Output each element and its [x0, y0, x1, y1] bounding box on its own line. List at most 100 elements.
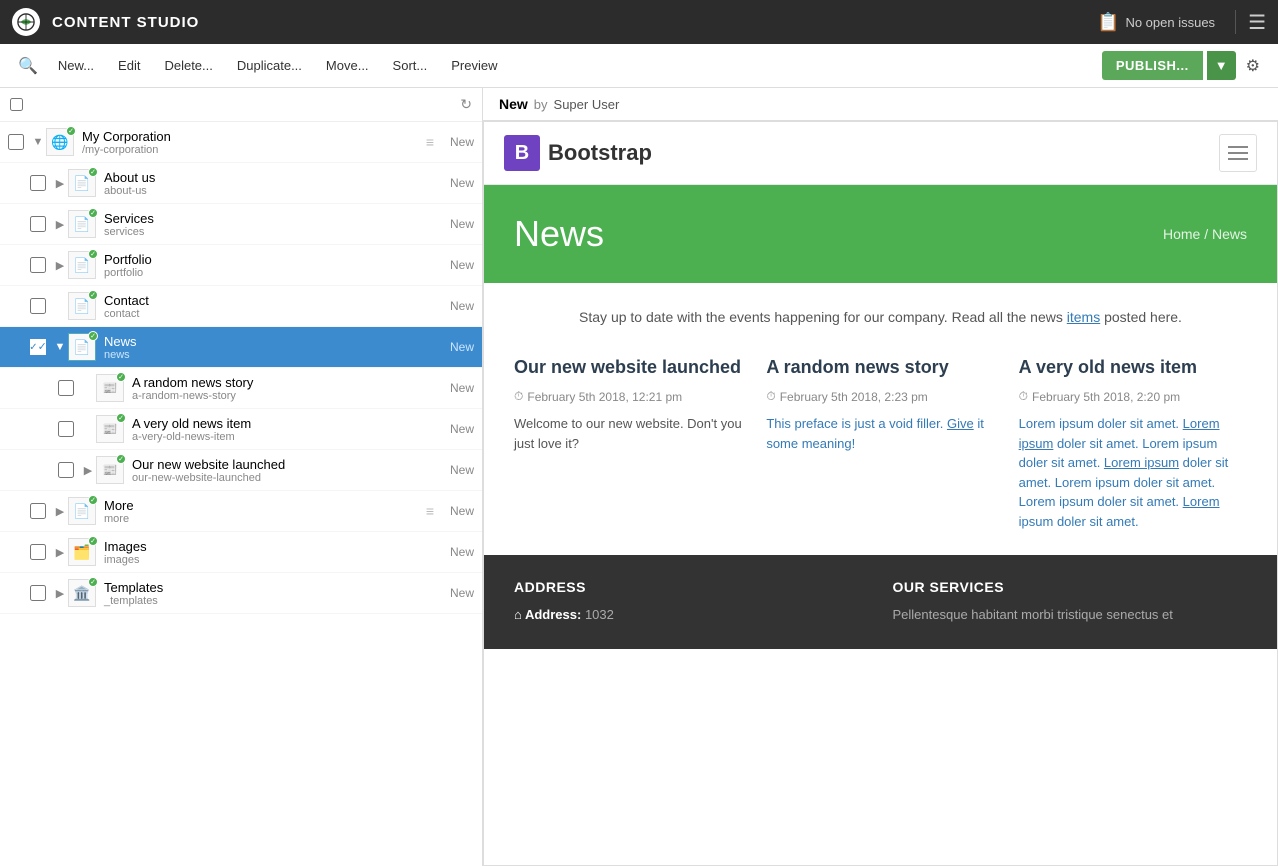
- item-checkbox[interactable]: [30, 216, 46, 232]
- item-name: Images: [104, 539, 442, 554]
- tree-item-my-corporation[interactable]: ▼ 🌐 My Corporation /my-corporation ≡ New: [0, 122, 482, 163]
- tree-item-old-news[interactable]: ▶ 📰 A very old news item a-very-old-news…: [0, 409, 482, 450]
- card-date-text: February 5th 2018, 2:23 pm: [780, 390, 928, 404]
- item-checkbox[interactable]: [30, 544, 46, 560]
- item-name: Our new website launched: [132, 457, 442, 472]
- clock-icon: ⏱: [1019, 389, 1028, 404]
- refresh-button[interactable]: ↻: [460, 96, 472, 113]
- item-icon-page: 📄: [68, 169, 96, 197]
- tree-item-images[interactable]: ▶ 🗂️ Images images New: [0, 532, 482, 573]
- issues-button[interactable]: 📋 No open issues: [1089, 8, 1223, 37]
- item-icon-templates: 🏛️: [68, 579, 96, 607]
- select-all-checkbox[interactable]: [10, 98, 23, 111]
- hamburger-line: [1228, 158, 1248, 160]
- tree-item-portfolio[interactable]: ▶ 📄 Portfolio portfolio New: [0, 245, 482, 286]
- tree-item-templates[interactable]: ▶ 🏛️ Templates _templates New: [0, 573, 482, 614]
- status-dot: [88, 167, 98, 177]
- nav-hamburger-button[interactable]: [1219, 134, 1257, 172]
- item-icon-news: 📰: [96, 415, 124, 443]
- sort-button[interactable]: Sort...: [383, 52, 438, 79]
- item-badge: New: [450, 545, 474, 559]
- item-checkbox[interactable]: [30, 503, 46, 519]
- item-path: a-very-old-news-item: [132, 431, 442, 443]
- item-name: Services: [104, 211, 442, 226]
- item-path: news: [104, 349, 442, 361]
- card-link[interactable]: Give: [947, 416, 974, 431]
- expand-arrow-icon[interactable]: ▶: [52, 177, 68, 190]
- item-checkbox[interactable]: [58, 421, 74, 437]
- delete-button[interactable]: Delete...: [154, 52, 222, 79]
- news-card-2: A random news story ⏱ February 5th 2018,…: [766, 356, 994, 531]
- item-path: images: [104, 554, 442, 566]
- item-badge: New: [450, 463, 474, 477]
- item-checkbox[interactable]: [58, 380, 74, 396]
- drag-handle-icon[interactable]: ≡: [426, 134, 434, 150]
- expand-arrow-icon[interactable]: ▼: [52, 341, 68, 353]
- item-name: Templates: [104, 580, 442, 595]
- new-button[interactable]: New...: [48, 52, 104, 79]
- publish-button[interactable]: PUBLISH...: [1102, 51, 1203, 80]
- expand-arrow-icon[interactable]: ▶: [80, 464, 96, 477]
- item-icon-news: 📰: [96, 456, 124, 484]
- card-body: Welcome to our new website. Don't you ju…: [514, 414, 742, 453]
- item-checkbox[interactable]: [30, 257, 46, 273]
- expand-arrow-icon[interactable]: ▶: [52, 259, 68, 272]
- preview-button[interactable]: Preview: [441, 52, 507, 79]
- item-path: contact: [104, 308, 442, 320]
- clock-icon: ⏱: [514, 389, 523, 404]
- card-link4[interactable]: Lorem: [1183, 494, 1220, 509]
- item-checkbox[interactable]: [30, 298, 46, 314]
- item-icon-globe: 🌐: [46, 128, 74, 156]
- news-hero: News Home / News: [484, 185, 1277, 283]
- settings-button[interactable]: ⚙: [1240, 50, 1266, 82]
- expand-arrow-icon[interactable]: ▶: [52, 505, 68, 518]
- tagline-link[interactable]: items: [1067, 309, 1100, 325]
- hamburger-menu-icon[interactable]: ☰: [1248, 10, 1266, 35]
- expand-arrow-icon[interactable]: ▶: [52, 587, 68, 600]
- tree-item-about-us[interactable]: ▶ 📄 About us about-us New: [0, 163, 482, 204]
- breadcrumb-home-link[interactable]: Home: [1163, 226, 1200, 242]
- item-checkbox[interactable]: [58, 462, 74, 478]
- item-checkbox[interactable]: ✓: [30, 339, 46, 355]
- move-button[interactable]: Move...: [316, 52, 379, 79]
- tagline-text: Stay up to date with the events happenin…: [579, 309, 1067, 325]
- tree-item-more[interactable]: ▶ 📄 More more ≡ New: [0, 491, 482, 532]
- hamburger-line: [1228, 152, 1248, 154]
- status-dot: [66, 126, 76, 136]
- item-name: A very old news item: [132, 416, 442, 431]
- item-checkbox[interactable]: [30, 585, 46, 601]
- preview-header: New by Super User: [483, 88, 1278, 121]
- expand-arrow-icon[interactable]: ▶: [52, 546, 68, 559]
- preview-content: B Bootstrap News Home / News: [483, 121, 1278, 866]
- item-name: Portfolio: [104, 252, 442, 267]
- card-link3[interactable]: Lorem ipsum: [1104, 455, 1179, 470]
- brand-box: B: [504, 135, 540, 171]
- tree-item-services[interactable]: ▶ 📄 Services services New: [0, 204, 482, 245]
- item-path: _templates: [104, 595, 442, 607]
- app-title: CONTENT STUDIO: [52, 14, 199, 31]
- item-icon-page: 📄: [68, 210, 96, 238]
- footer-label: ⌂ Address:: [514, 607, 585, 622]
- tree-item-contact[interactable]: ▶ 📄 Contact contact New: [0, 286, 482, 327]
- footer-text-2: Pellentesque habitant morbi tristique se…: [893, 605, 1248, 625]
- status-dot: [116, 454, 126, 464]
- item-badge: New: [450, 381, 474, 395]
- news-card-3: A very old news item ⏱ February 5th 2018…: [1019, 356, 1247, 531]
- search-button[interactable]: 🔍: [12, 50, 44, 82]
- item-checkbox[interactable]: [8, 134, 24, 150]
- drag-handle-icon[interactable]: ≡: [426, 503, 434, 519]
- item-checkbox[interactable]: [30, 175, 46, 191]
- item-icon-news: 📰: [96, 374, 124, 402]
- tree-item-news[interactable]: ✓ ▼ 📄 News news New: [0, 327, 482, 368]
- expand-arrow-icon[interactable]: ▼: [30, 136, 46, 148]
- publish-dropdown-button[interactable]: ▼: [1207, 51, 1236, 80]
- item-badge: New: [450, 504, 474, 518]
- tree-item-random-news[interactable]: ▶ 📰 A random news story a-random-news-st…: [0, 368, 482, 409]
- edit-button[interactable]: Edit: [108, 52, 150, 79]
- item-badge: New: [450, 176, 474, 190]
- app-logo[interactable]: [12, 8, 40, 36]
- card-date: ⏱ February 5th 2018, 12:21 pm: [514, 389, 742, 404]
- expand-arrow-icon[interactable]: ▶: [52, 218, 68, 231]
- tree-item-website-launched[interactable]: ▶ 📰 Our new website launched our-new-web…: [0, 450, 482, 491]
- duplicate-button[interactable]: Duplicate...: [227, 52, 312, 79]
